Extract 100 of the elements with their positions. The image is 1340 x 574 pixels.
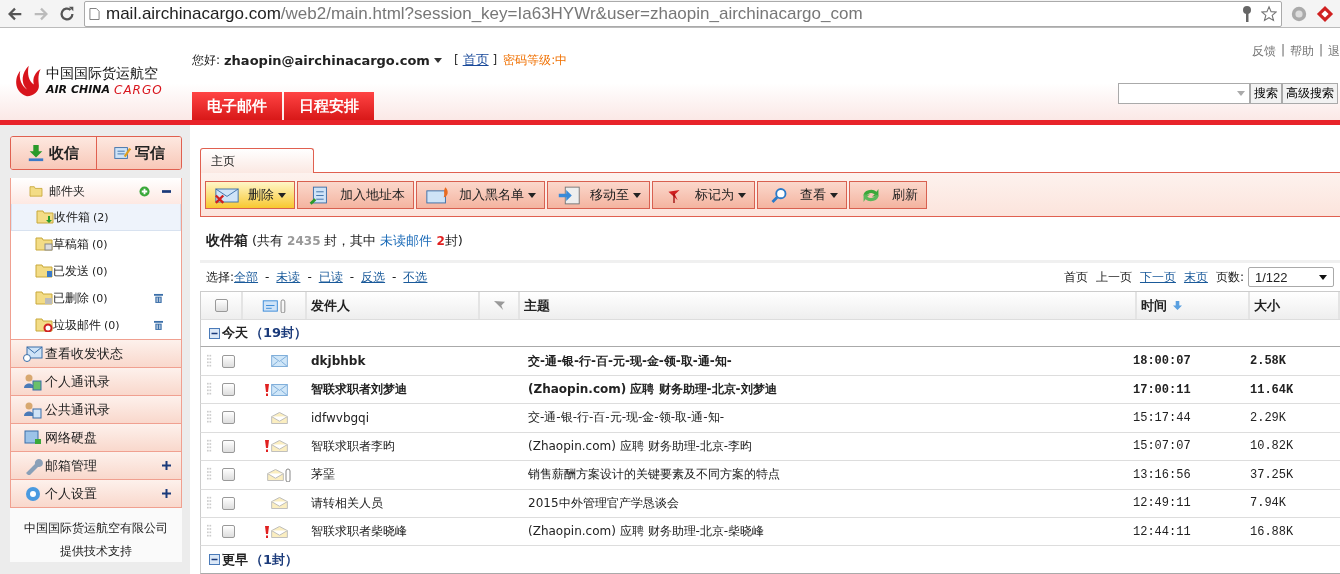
sidebar-nav-item[interactable]: 邮箱管理 <box>10 452 182 480</box>
subject-cell[interactable]: (Zhaopin.com) 应聘 财务助理-北京-刘梦迪 <box>524 381 1129 399</box>
row-checkbox[interactable] <box>222 411 235 425</box>
caret-icon[interactable] <box>1319 274 1327 280</box>
home-tab[interactable]: 主页 <box>200 148 314 173</box>
drag-handle-icon[interactable] <box>207 382 212 398</box>
extension-icon[interactable] <box>1316 4 1334 23</box>
nav-tab[interactable]: 电子邮件 <box>192 92 282 120</box>
subject-cell[interactable]: 交-通-银-行-百-元-现-金-领-取-通-知- <box>524 409 1129 427</box>
toolbar-button[interactable]: 查看 <box>757 181 847 209</box>
drag-handle-icon[interactable] <box>207 438 212 454</box>
sidebar-nav-item[interactable]: 网络硬盘 <box>10 424 182 452</box>
download-icon <box>27 144 46 162</box>
row-checkbox[interactable] <box>222 468 235 482</box>
receive-mail-button[interactable]: 收信 <box>11 137 97 169</box>
column-header[interactable]: 时间 <box>1137 292 1250 319</box>
expand-icon[interactable] <box>162 461 171 470</box>
logo-cargo-text: CARGO <box>114 83 163 97</box>
toolbar-button[interactable]: 移动至 <box>547 181 650 209</box>
summary-text: 封) <box>444 232 463 250</box>
collapse-icon[interactable] <box>162 189 171 193</box>
pager-link[interactable]: 下一页 <box>1139 268 1176 286</box>
search-field[interactable] <box>1118 83 1250 104</box>
sidebar-nav-item[interactable]: 个人通讯录 <box>10 368 182 396</box>
caret-icon[interactable] <box>433 57 442 63</box>
folder-item[interactable]: 草稿箱 (0) <box>11 231 181 258</box>
compose-button[interactable]: 写信 <box>96 137 181 169</box>
pager-link[interactable]: 末页 <box>1183 268 1208 286</box>
top-link[interactable]: 反馈 <box>1251 43 1276 60</box>
folder-item[interactable]: 垃圾邮件 (0) <box>11 312 181 339</box>
toolbar-button[interactable]: 加入黑名单 <box>416 181 545 209</box>
row-checkbox[interactable] <box>222 383 235 397</box>
subject-cell[interactable]: 2015中外管理官产学恳谈会 <box>524 494 1129 512</box>
sidebar-nav-item[interactable]: 查看收发状态 <box>10 340 182 368</box>
total-count: 2435 <box>287 234 321 248</box>
address-bar[interactable]: mail.airchinacargo.com/web2/main.html?session_key=Ia63HYWr&user=zhaopin_airchinacargo_com <box>84 0 1282 27</box>
separator-text: - <box>392 270 397 285</box>
column-header[interactable]: 大小 <box>1250 292 1340 319</box>
reload-icon[interactable] <box>58 4 76 23</box>
page-select[interactable]: 1/122 <box>1248 267 1334 288</box>
row-checkbox[interactable] <box>222 496 235 510</box>
sender-cell[interactable]: 智联求职者柴晓峰 <box>307 523 484 541</box>
column-header[interactable]: 发件人 <box>307 292 480 319</box>
time-cell-text: 18:00:07 <box>1132 354 1192 369</box>
trash-icon[interactable] <box>154 320 163 330</box>
row-checkbox[interactable] <box>222 354 235 368</box>
time-cell-text: 17:00:11 <box>1132 382 1192 397</box>
subject-cell[interactable]: 销售薪酬方案设计的关键要素及不同方案的特点 <box>524 466 1129 484</box>
sender-cell[interactable]: 茅堊 <box>307 466 484 484</box>
sidebar-nav-item[interactable]: 个人设置 <box>10 480 182 508</box>
select-link[interactable]: 不选 <box>403 268 428 286</box>
drag-handle-icon[interactable] <box>207 353 212 369</box>
expand-icon[interactable] <box>162 489 171 498</box>
add-folder-icon[interactable] <box>139 185 150 197</box>
advanced-search-button[interactable]: 高级搜索 <box>1282 83 1338 104</box>
user-account-menu[interactable]: zhaopin@airchinacargo.com <box>224 52 430 68</box>
folder-section-title: 邮件夹 <box>49 182 85 200</box>
toolbar-button[interactable]: 删除 <box>205 181 295 209</box>
sender-cell[interactable]: 智联求职者刘梦迪 <box>307 381 484 399</box>
top-link[interactable]: 退 <box>1328 43 1340 60</box>
select-link[interactable]: 全部 <box>234 268 259 286</box>
trash-icon[interactable] <box>154 293 163 303</box>
select-link[interactable]: 未读 <box>276 268 301 286</box>
sender-cell[interactable]: dkjbhbk <box>307 354 484 369</box>
dropdown-caret-icon[interactable] <box>1237 91 1245 96</box>
home-link[interactable]: 首页 <box>462 51 489 69</box>
toolbar-button[interactable]: 加入地址本 <box>297 181 414 209</box>
nav-tab[interactable]: 日程安排 <box>284 92 374 120</box>
select-all-checkbox[interactable] <box>214 299 228 313</box>
select-link[interactable]: 反选 <box>361 268 386 286</box>
drag-handle-icon[interactable] <box>207 495 212 511</box>
star-icon[interactable] <box>1261 4 1277 23</box>
compose-icon <box>112 144 131 162</box>
unread-mail-link[interactable]: 未读邮件 <box>380 232 433 250</box>
collapse-icon[interactable] <box>209 554 220 566</box>
drag-handle-icon[interactable] <box>207 410 212 426</box>
folder-item[interactable]: 已删除 (0) <box>11 285 181 312</box>
collapse-icon[interactable] <box>209 327 220 339</box>
top-link[interactable]: 帮助 <box>1289 43 1314 60</box>
sender-cell[interactable]: 智联求职者李昀 <box>307 437 484 455</box>
subject-cell[interactable]: 交-通-银-行-百-元-现-金-领-取-通-知- <box>524 352 1129 370</box>
search-button[interactable]: 搜索 <box>1250 83 1282 104</box>
link-separator: | <box>1280 43 1285 59</box>
select-link[interactable]: 已读 <box>318 268 343 286</box>
subject-cell[interactable]: (Zhaopin.com) 应聘 财务助理-北京-柴晓峰 <box>524 523 1129 541</box>
column-header[interactable]: 主题 <box>520 292 1137 319</box>
drag-handle-icon[interactable] <box>207 467 212 483</box>
sender-cell[interactable]: idfwvbgqi <box>307 411 484 425</box>
toolbar-button[interactable]: 标记为 <box>652 181 755 209</box>
toolbar-button[interactable]: 刷新 <box>849 181 927 209</box>
drag-handle-icon[interactable] <box>207 524 212 540</box>
sidebar-nav-item[interactable]: 公共通讯录 <box>10 396 182 424</box>
folder-item[interactable]: 收件箱 (2) <box>11 204 181 231</box>
row-checkbox[interactable] <box>222 525 235 539</box>
subject-cell[interactable]: (Zhaopin.com) 应聘 财务助理-北京-李昀 <box>524 437 1129 455</box>
flag-icon[interactable] <box>492 300 506 312</box>
row-checkbox[interactable] <box>222 439 235 453</box>
folder-item[interactable]: 已发送 (0) <box>11 258 181 285</box>
sender-cell[interactable]: 请转相关人员 <box>307 494 484 512</box>
sort-arrow-icon[interactable] <box>1173 301 1182 311</box>
